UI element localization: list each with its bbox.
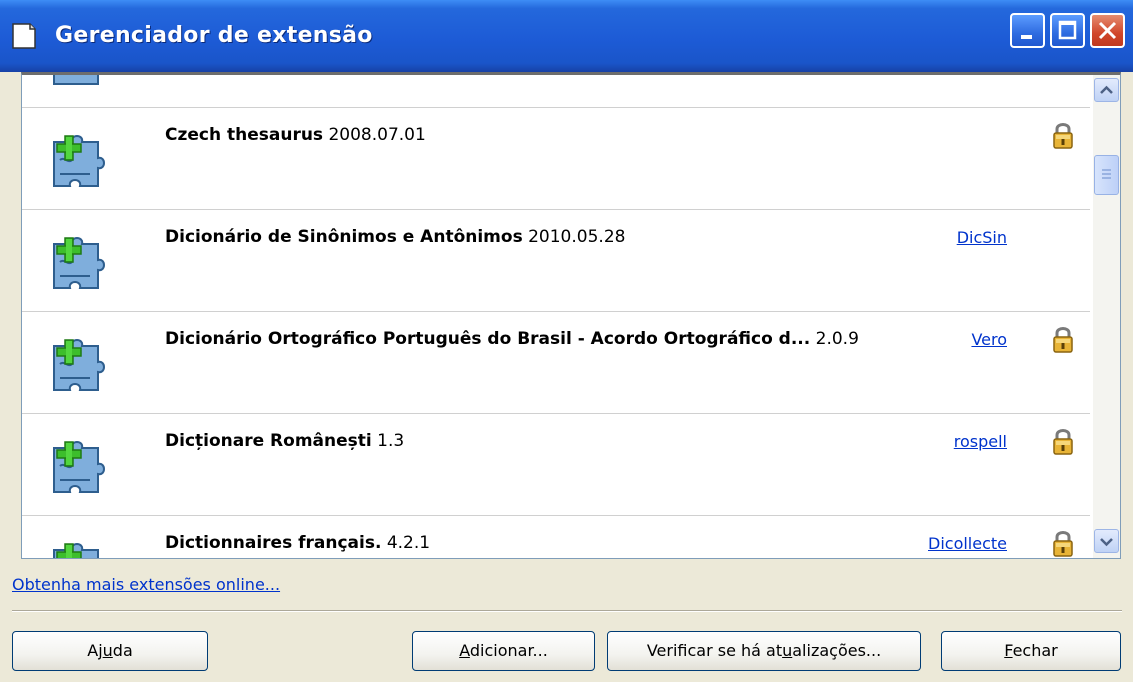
extension-row-partial[interactable] xyxy=(22,75,1090,108)
padlock-icon xyxy=(1053,429,1073,455)
add-button[interactable]: Adicionar... xyxy=(412,631,595,671)
minimize-icon xyxy=(1021,35,1032,39)
extension-publisher-link[interactable]: DicSin xyxy=(957,228,1007,247)
extension-publisher-link[interactable]: Dicollecte xyxy=(928,534,1007,553)
extension-version: 2010.05.28 xyxy=(528,227,626,247)
grip-icon xyxy=(1102,169,1111,179)
chevron-up-icon xyxy=(1100,85,1113,94)
padlock-icon xyxy=(1053,327,1073,353)
close-window-button[interactable] xyxy=(1090,13,1125,48)
add-label-b: dicionar... xyxy=(469,641,548,660)
extension-name: Dicionário de Sinônimos e Antônimos xyxy=(165,227,523,247)
scroll-thumb[interactable] xyxy=(1094,155,1119,195)
window-title: Gerenciador de extensão xyxy=(55,23,373,48)
extension-title: Dicionário de Sinônimos e Antônimos 2010… xyxy=(165,227,625,247)
add-label-mnemonic: A xyxy=(459,641,470,660)
close-label-mnemonic: F xyxy=(1004,641,1013,660)
maximize-icon xyxy=(1058,20,1077,40)
extension-name: Czech thesaurus xyxy=(165,125,324,145)
extension-name: Dicționare Românești xyxy=(165,431,372,451)
updates-label-b: alizações... xyxy=(792,641,882,660)
puzzle-extension-icon xyxy=(53,339,105,391)
extension-row[interactable]: Dicionário Ortográfico Português do Bras… xyxy=(22,311,1090,414)
scroll-down-button[interactable] xyxy=(1094,529,1119,553)
chevron-down-icon xyxy=(1100,538,1113,547)
title-bar[interactable]: Gerenciador de extensão xyxy=(0,0,1133,72)
extension-publisher-link[interactable]: rospell xyxy=(954,432,1007,451)
extension-name: Dictionnaires français. xyxy=(165,533,382,553)
close-icon xyxy=(1098,21,1117,40)
document-icon xyxy=(12,23,36,49)
extension-version: 1.3 xyxy=(377,431,405,451)
extension-title: Dicționare Românești 1.3 xyxy=(165,431,404,451)
extension-name: Dicionário Ortográfico Português do Bras… xyxy=(165,329,811,349)
help-label-a: Aj xyxy=(87,641,103,660)
extension-publisher-link[interactable]: Vero xyxy=(971,330,1007,349)
extension-row[interactable]: Dictionnaires français. 4.2.1 Dicollecte xyxy=(22,515,1090,558)
check-updates-button[interactable]: Verificar se há atualizações... xyxy=(607,631,921,671)
more-extensions-link[interactable]: Obtenha mais extensões online... xyxy=(12,575,280,594)
extension-row[interactable]: Czech thesaurus 2008.07.01 xyxy=(22,107,1090,210)
updates-label-mnemonic: u xyxy=(782,641,793,660)
extension-version: 2.0.9 xyxy=(815,329,859,349)
padlock-icon xyxy=(1053,531,1073,557)
extension-title: Dictionnaires français. 4.2.1 xyxy=(165,533,430,553)
extension-row[interactable]: Dicționare Românești 1.3 rospell xyxy=(22,413,1090,516)
puzzle-extension-icon xyxy=(53,135,105,187)
puzzle-extension-icon xyxy=(53,543,99,558)
close-label-b: echar xyxy=(1012,641,1058,660)
padlock-icon xyxy=(1053,123,1073,149)
puzzle-extension-icon xyxy=(53,237,105,289)
dialog-body: Czech thesaurus 2008.07.01 Dicionário de … xyxy=(0,72,1133,682)
separator xyxy=(12,610,1122,612)
help-button[interactable]: Ajuda xyxy=(12,631,208,671)
extension-version: 2008.07.01 xyxy=(328,125,426,145)
puzzle-extension-icon xyxy=(53,75,99,85)
extension-row[interactable]: Dicionário de Sinônimos e Antônimos 2010… xyxy=(22,209,1090,312)
extension-title: Dicionário Ortográfico Português do Bras… xyxy=(165,329,859,349)
extension-version: 4.2.1 xyxy=(386,533,431,553)
scroll-up-button[interactable] xyxy=(1094,78,1119,102)
extension-list[interactable]: Czech thesaurus 2008.07.01 Dicionário de … xyxy=(21,72,1121,559)
close-button[interactable]: Fechar xyxy=(941,631,1121,671)
updates-label-a: Verificar se há at xyxy=(646,641,783,660)
vertical-scrollbar[interactable] xyxy=(1093,75,1120,558)
help-label-b: da xyxy=(112,641,133,660)
minimize-button[interactable] xyxy=(1010,13,1045,48)
puzzle-extension-icon xyxy=(53,441,105,493)
extension-title: Czech thesaurus 2008.07.01 xyxy=(165,125,426,145)
maximize-button[interactable] xyxy=(1050,13,1085,48)
help-label-mnemonic: u xyxy=(102,641,113,660)
